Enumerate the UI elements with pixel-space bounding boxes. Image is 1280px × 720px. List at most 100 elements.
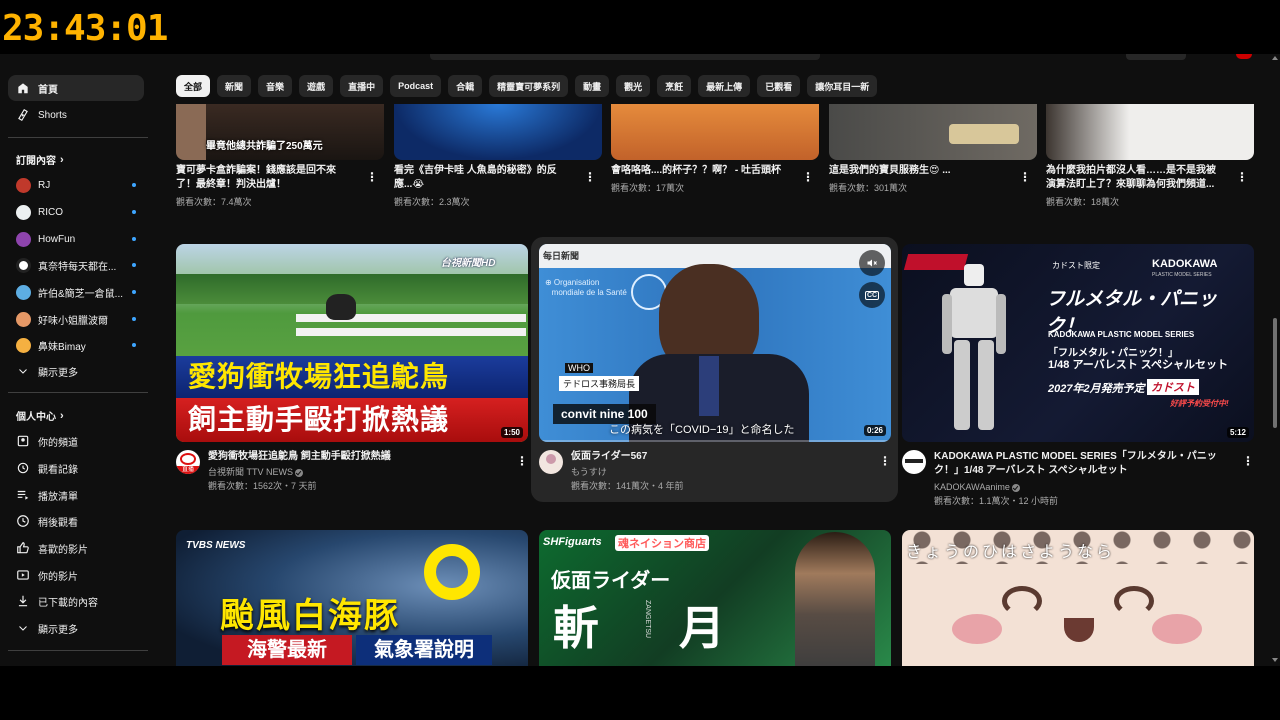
channel-name[interactable]: もうすけ	[571, 465, 607, 479]
video-title[interactable]: 看完《吉伊卡哇 人魚島的秘密》的反 應...😭	[394, 164, 574, 192]
video-thumbnail[interactable]	[829, 104, 1037, 160]
show-more-label: 顯示更多	[38, 367, 78, 379]
chip-podcast[interactable]: Podcast	[390, 75, 442, 97]
channel-avatar	[15, 177, 31, 193]
video-title[interactable]: 愛狗衝牧場狂追鴕鳥 飼主動手毆打掀熱議	[208, 450, 508, 464]
video-thumbnail[interactable]	[394, 104, 602, 160]
video-thumbnail[interactable]	[611, 104, 819, 160]
chevron-right-icon: ›	[60, 409, 64, 422]
subscription-item[interactable]: 許伯&簡芝一倉鼠...	[8, 279, 144, 305]
sidebar-item-your-channel[interactable]: 你的頻道	[8, 428, 144, 454]
subscription-item[interactable]: HowFun	[8, 226, 144, 252]
captions-button[interactable]: CC	[859, 282, 885, 308]
chip-music[interactable]: 音樂	[258, 75, 293, 97]
sidebar-item-downloads[interactable]: 已下載的內容	[8, 588, 144, 614]
subscription-item[interactable]: RICO	[8, 199, 144, 225]
video-title-line: ク！」1/48 アーバレスト スペシャルセット	[934, 465, 1128, 476]
home-icon	[8, 81, 38, 95]
thumbnail-headline: 颱風白海豚	[220, 597, 400, 635]
sidebar-item-home[interactable]: 首頁	[8, 75, 144, 101]
chip-watched[interactable]: 已觀看	[757, 75, 801, 97]
brand-subtitle: PLASTIC MODEL SERIES	[1152, 272, 1212, 278]
sidebar-item-playlists[interactable]: 播放清單	[8, 482, 144, 508]
more-actions-icon[interactable]: ⋮	[1019, 170, 1031, 184]
chip-cooking[interactable]: 烹飪	[657, 75, 692, 97]
channel-avatar[interactable]	[539, 450, 563, 474]
video-thumbnail[interactable]: TVBS NEWS 颱風白海豚 海警最新 氣象署說明	[176, 530, 528, 666]
video-thumbnail[interactable]: SHFiguarts 魂ネイション商店 仮面ライダー 斬 月 ZANGETSU	[539, 530, 891, 666]
channel-avatar[interactable]	[902, 450, 926, 474]
tvbs-logo: TVBS NEWS	[186, 540, 246, 551]
sidebar-item-history[interactable]: 觀看記錄	[8, 455, 144, 481]
channel-avatar[interactable]: 直播	[176, 450, 200, 474]
chevron-down-icon	[8, 622, 38, 634]
video-title[interactable]: 會咯咯咯....的杯子？？啊？ - 吐舌頭杯	[611, 164, 795, 178]
show-more-subscriptions[interactable]: 顯示更多	[8, 358, 144, 384]
more-actions-icon[interactable]: ⋮	[1242, 454, 1254, 468]
filter-chips-bar: 全部 新聞 音樂 遊戲 直播中 Podcast 合輯 精靈寶可夢系列 動畫 觀光…	[176, 75, 878, 97]
video-thumbnail[interactable]: 畢竟他總共詐騙了250萬元	[176, 104, 384, 160]
more-actions-icon[interactable]: ⋮	[1236, 170, 1248, 184]
show-more-you[interactable]: 顯示更多	[8, 615, 144, 641]
chip-all[interactable]: 全部	[176, 75, 211, 97]
chip-recently-uploaded[interactable]: 最新上傳	[698, 75, 751, 97]
more-actions-icon[interactable]: ⋮	[366, 170, 378, 184]
sidebar-item-label: 你的影片	[38, 571, 78, 583]
video-title[interactable]: 仮面ライダー567	[571, 450, 861, 464]
sidebar-item-your-videos[interactable]: 你的影片	[8, 562, 144, 588]
video-thumbnail[interactable]	[1046, 104, 1254, 160]
video-title[interactable]: 寶可夢卡盒詐騙案！錢應該是回不來 了！最終章！判決出爐！	[176, 164, 356, 192]
video-title-line: KADOKAWA PLASTIC MODEL SERIES「フルメタル・パニッ	[934, 451, 1217, 462]
video-thumbnail[interactable]: カドスト限定 KADOKAWA PLASTIC MODEL SERIES フルメ…	[902, 244, 1254, 442]
chip-pokemon[interactable]: 精靈寶可夢系列	[489, 75, 569, 97]
sidebar-item-liked-videos[interactable]: 喜歡的影片	[8, 535, 144, 561]
sidebar-item-label: 你的頻道	[38, 437, 78, 449]
subscription-item[interactable]: 真奈特每天都在...	[8, 252, 144, 278]
sidebar-divider	[8, 137, 148, 138]
show-more-label: 顯示更多	[38, 624, 78, 636]
more-actions-icon[interactable]: ⋮	[516, 454, 528, 468]
chip-new-to-you[interactable]: 讓你耳目一新	[807, 75, 878, 97]
subscription-item[interactable]: RJ	[8, 172, 144, 198]
video-thumbnail[interactable]: きょうのひはさようなら	[902, 530, 1254, 666]
channel-name[interactable]: KADOKAWAanime	[934, 480, 1020, 494]
sidebar-item-watch-later[interactable]: 稍後觀看	[8, 508, 144, 534]
subscriptions-header[interactable]: 訂閱內容 ›	[16, 152, 64, 168]
video-title[interactable]: KADOKAWA PLASTIC MODEL SERIES「フルメタル・パニック…	[934, 450, 1230, 478]
more-actions-icon[interactable]: ⋮	[584, 170, 596, 184]
scrollbar-thumb[interactable]	[1273, 318, 1277, 428]
chip-gaming[interactable]: 遊戲	[299, 75, 334, 97]
notification-badge-edge[interactable]	[1236, 54, 1252, 59]
chip-animation[interactable]: 動畫	[575, 75, 610, 97]
video-thumbnail[interactable]: 台視新聞HD 愛狗衝牧場狂追鴕鳥 飼主動手毆打掀熱議 1:50	[176, 244, 528, 442]
new-content-dot	[132, 290, 136, 294]
chip-news[interactable]: 新聞	[217, 75, 252, 97]
scroll-down-icon[interactable]	[1272, 658, 1278, 662]
chevron-down-icon	[8, 365, 38, 377]
cc-icon: CC	[864, 290, 880, 300]
chip-tourism[interactable]: 觀光	[616, 75, 651, 97]
scroll-up-icon[interactable]	[1272, 56, 1278, 60]
video-title-line: 會咯咯咯....的杯子？？啊？ - 吐舌頭杯	[611, 165, 781, 176]
video-preview[interactable]: 每日新聞 ⊕ Organisation mondiale de la Santé…	[539, 244, 891, 442]
thumbnail-tag: 海警最新	[222, 635, 352, 665]
video-meta: 觀看次數：18萬次	[1046, 197, 1120, 207]
video-title[interactable]: 為什麼我拍片都沒人看……是不是我被 演算法盯上了？來聊聊為何我們頻道...	[1046, 164, 1230, 192]
subscription-item[interactable]: 鼻妹Bimay	[8, 332, 144, 358]
more-actions-icon[interactable]: ⋮	[879, 454, 891, 468]
search-bar-edge[interactable]	[430, 54, 820, 60]
video-title-line: 了！最終章！判決出爐！	[176, 179, 286, 190]
robot-figure	[942, 264, 1006, 434]
sidebar-item-shorts[interactable]: Shorts	[8, 102, 144, 128]
preview-progress-track[interactable]	[539, 440, 891, 442]
subscription-item[interactable]: 好味小姐臘波爾	[8, 306, 144, 332]
more-actions-icon[interactable]: ⋮	[802, 170, 814, 184]
page-scrollbar[interactable]	[1270, 54, 1280, 666]
channel-name[interactable]: 台視新聞 TTV NEWS	[208, 465, 303, 479]
chip-mixes[interactable]: 合輯	[448, 75, 483, 97]
mute-button[interactable]	[859, 250, 885, 276]
create-button-edge[interactable]	[1126, 54, 1186, 60]
chip-live[interactable]: 直播中	[340, 75, 384, 97]
you-header[interactable]: 個人中心 ›	[16, 408, 64, 424]
video-title[interactable]: 這是我們的寶貝服務生😍 ...	[829, 164, 1009, 178]
